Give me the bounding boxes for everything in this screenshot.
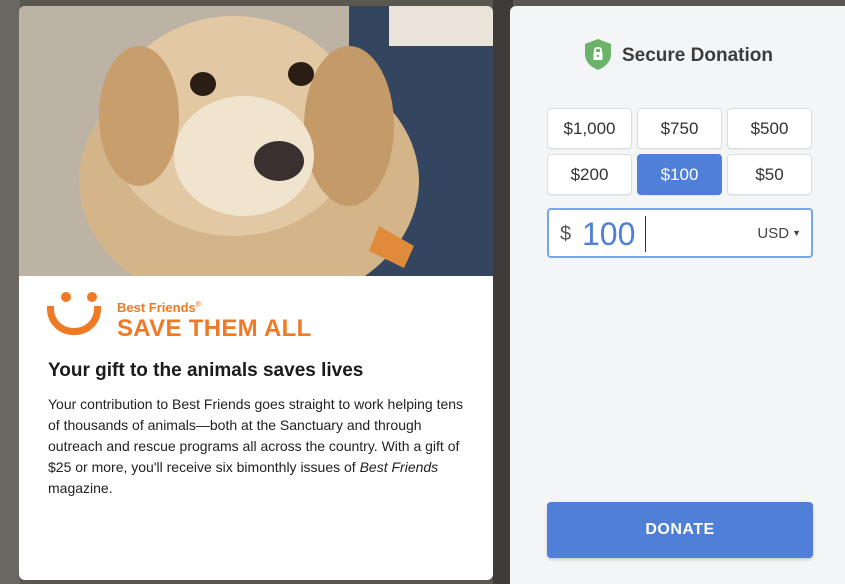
amount-button-200[interactable]: $200 — [547, 154, 632, 195]
currency-dropdown[interactable]: USD ▼ — [757, 225, 801, 242]
secure-donation-title: Secure Donation — [622, 45, 773, 66]
amount-button-500[interactable]: $500 — [727, 108, 812, 149]
amount-button-750[interactable]: $750 — [637, 108, 722, 149]
secure-header: Secure Donation — [585, 39, 805, 75]
story-body: Your contribution to Best Friends goes s… — [48, 396, 464, 496]
amount-options: $1,000 $750 $500 $200 $100 $50 — [547, 108, 815, 195]
amount-button-100[interactable]: $100 — [637, 154, 722, 195]
currency-symbol: $ — [560, 223, 572, 245]
amount-button-50[interactable]: $50 — [727, 154, 812, 195]
logo-brand-text: Best Friends® — [117, 300, 201, 315]
shield-lock-icon — [585, 39, 611, 70]
text-cursor — [645, 216, 646, 252]
amount-button-1000[interactable]: $1,000 — [547, 108, 632, 149]
logo-tagline: SAVE THEM ALL — [117, 315, 312, 342]
custom-amount-field[interactable]: $ 100 USD ▼ — [547, 208, 813, 258]
dog-hero-image — [19, 6, 493, 311]
donation-panel: Secure Donation $1,000 $750 $500 $200 $1… — [510, 6, 845, 584]
dog-illustration — [19, 6, 493, 311]
background-left-strip — [0, 0, 20, 584]
story-card: Best Friends® SAVE THEM ALL Your gift to… — [19, 6, 493, 580]
logo-smile-icon — [47, 306, 101, 335]
best-friends-logo: Best Friends® SAVE THEM ALL — [47, 288, 347, 348]
story-headline: Your gift to the animals saves lives — [48, 360, 364, 381]
custom-amount-input[interactable]: 100 — [582, 216, 635, 253]
chevron-down-icon: ▼ — [792, 228, 801, 238]
donate-button[interactable]: DONATE — [547, 502, 813, 558]
magazine-name: Best Friends — [359, 459, 439, 475]
